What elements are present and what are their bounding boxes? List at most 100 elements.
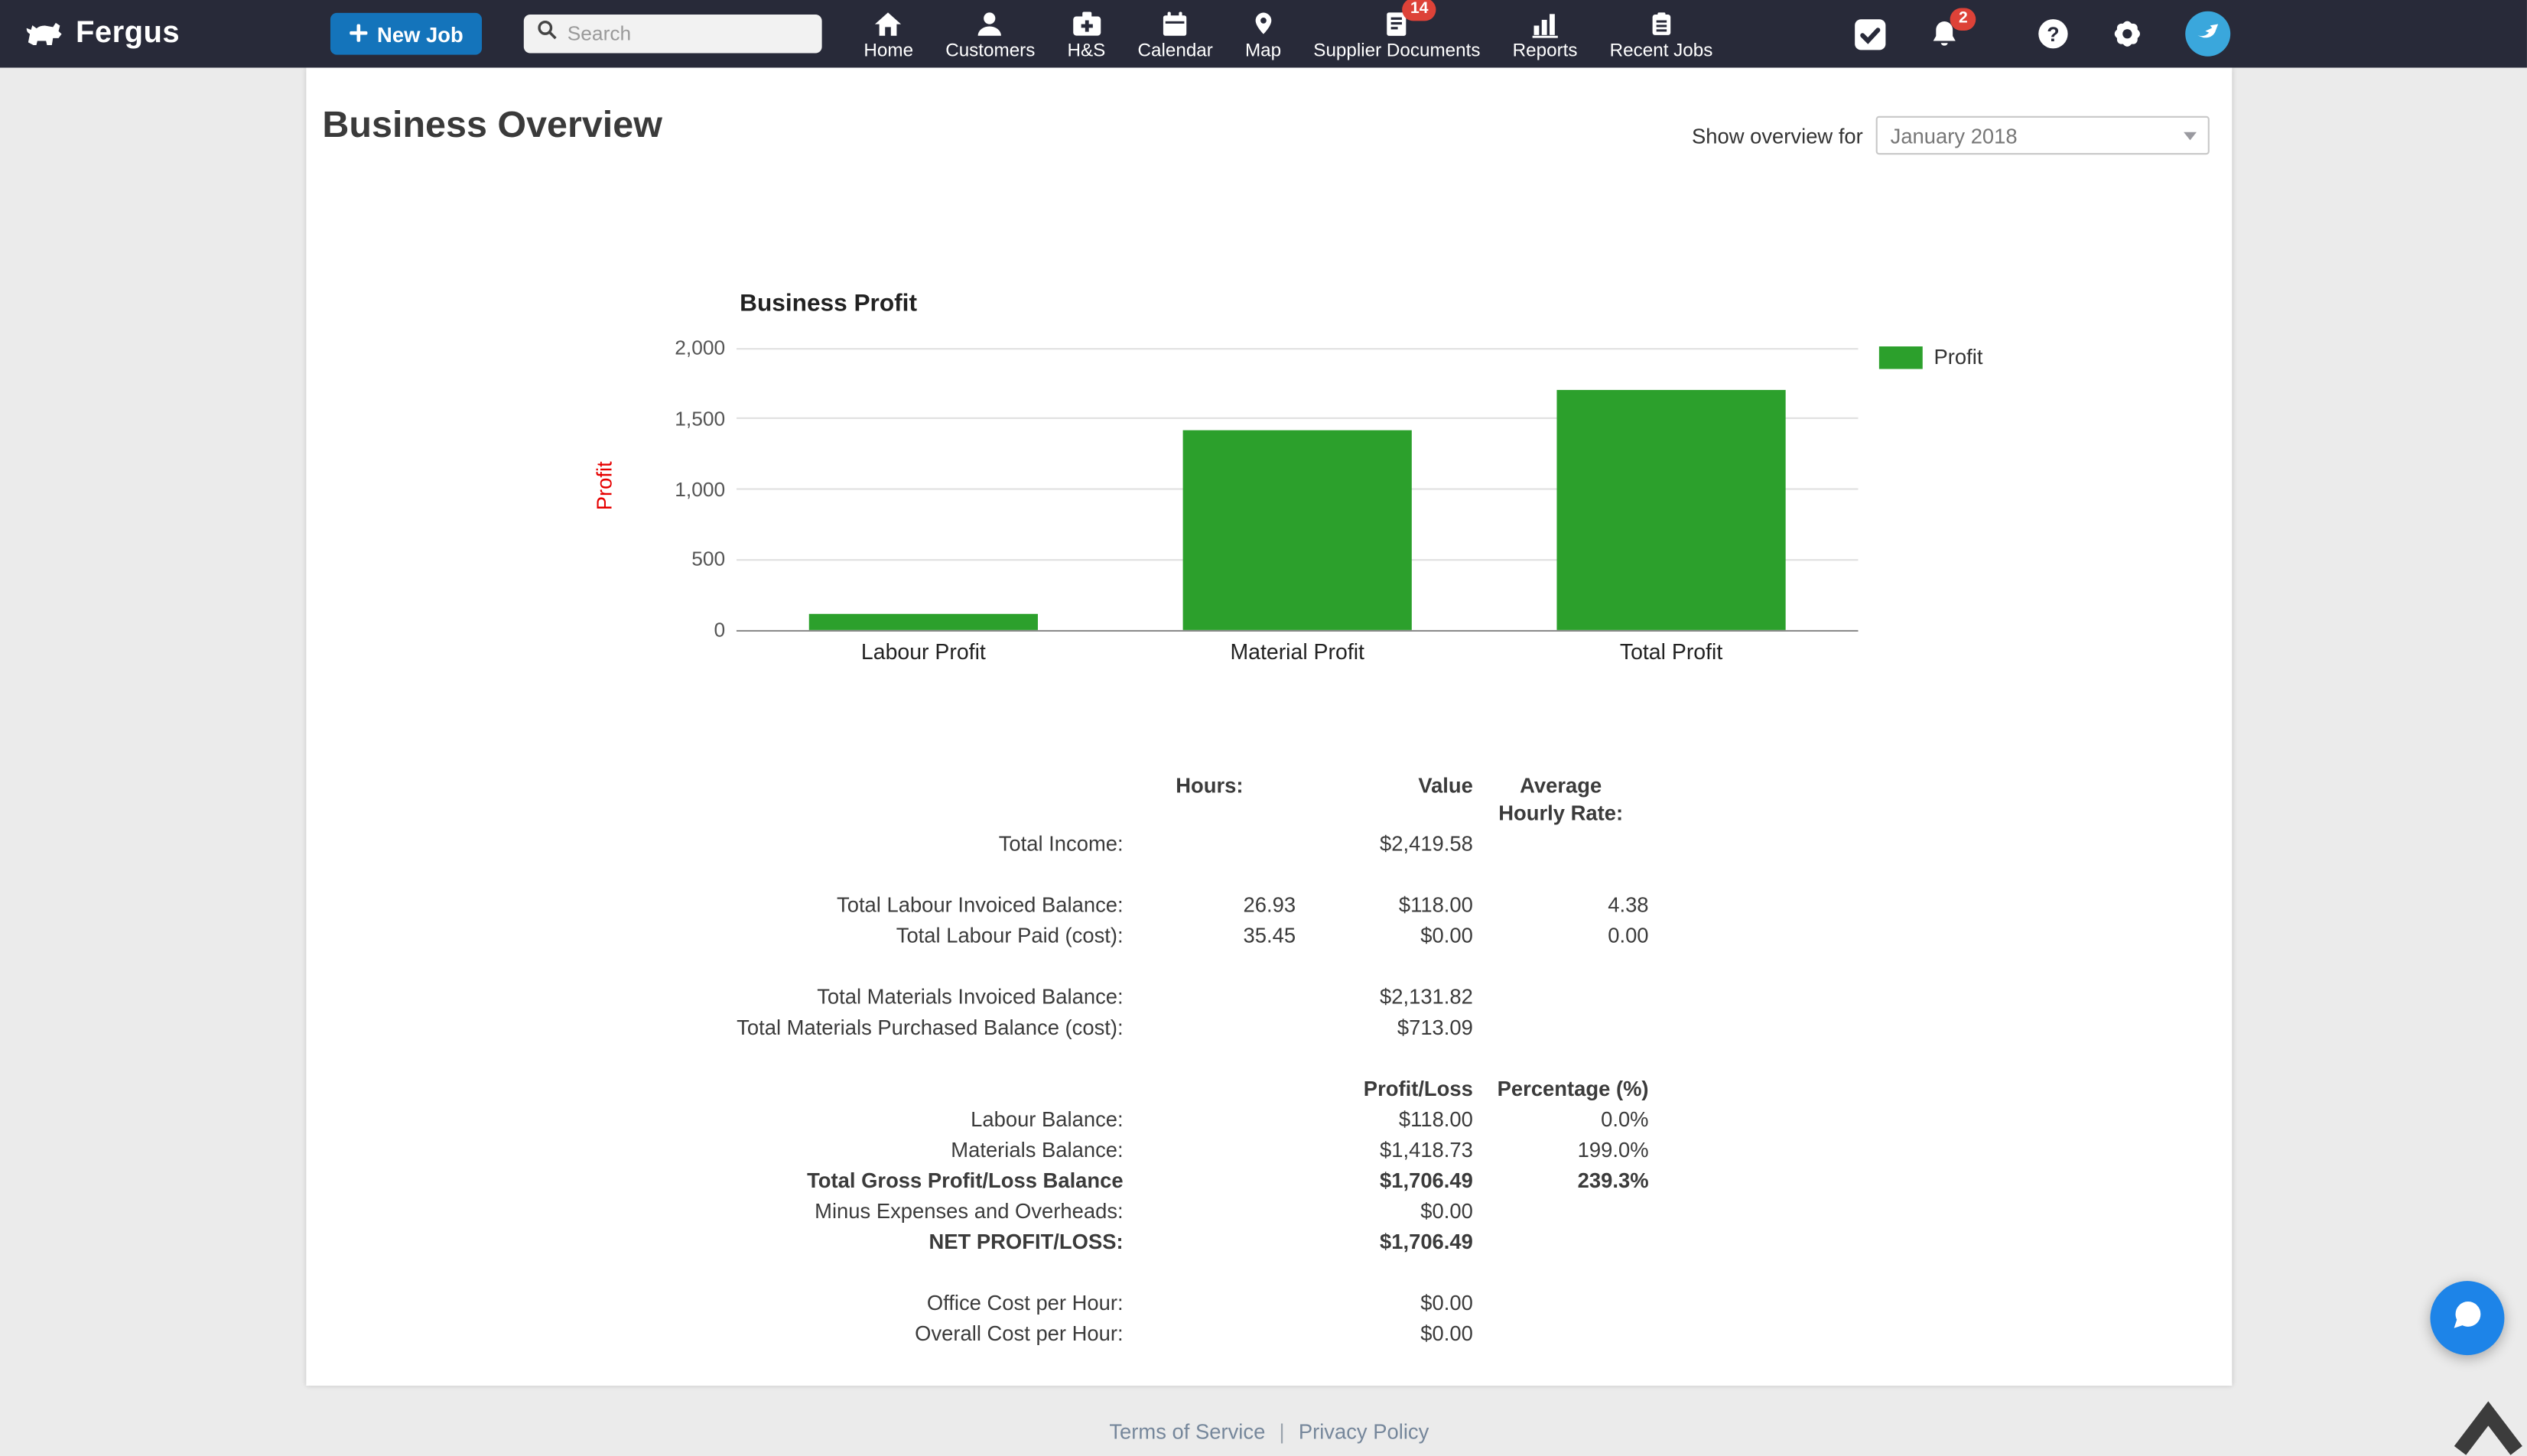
settings-gear-icon[interactable] (2111, 18, 2143, 50)
header-avg-hourly-rate: Average Hourly Rate: (1473, 770, 1649, 828)
brand-name: Fergus (76, 16, 180, 51)
y-tick-label: 2,000 (597, 335, 726, 361)
nav-item-hs[interactable]: H&S (1051, 0, 1121, 67)
chat-launcher-button[interactable] (2431, 1281, 2505, 1355)
help-icon[interactable]: ? (2037, 18, 2069, 50)
x-axis-labels: Labour ProfitMaterial ProfitTotal Profit (737, 640, 1859, 672)
spacer-row (672, 1042, 1649, 1073)
overview-period-select[interactable]: January 2018 (1876, 116, 2210, 155)
chart-title: Business Profit (740, 290, 917, 317)
row-label: Minus Expenses and Overheads: (672, 1195, 1124, 1226)
fergus-logo[interactable]: Fergus (22, 0, 180, 67)
row-value: $1,418.73 (1296, 1134, 1473, 1165)
home-icon (874, 8, 903, 39)
row-value: $0.00 (1296, 1318, 1473, 1349)
reports-icon (1530, 8, 1559, 39)
nav-label: H&S (1068, 42, 1106, 61)
nav-label: Home (863, 42, 913, 61)
nav-label: Map (1245, 42, 1281, 61)
recent-jobs-icon (1648, 8, 1674, 39)
nav-item-map[interactable]: Map (1229, 0, 1297, 67)
nav-item-customers[interactable]: Customers (929, 0, 1051, 67)
row-label: NET PROFIT/LOSS: (672, 1227, 1124, 1257)
plus-icon (350, 21, 367, 46)
footer-separator: | (1280, 1419, 1285, 1444)
spacer-row (672, 859, 1649, 889)
row-value: $1,706.49 (1296, 1227, 1473, 1257)
overview-filter-label: Show overview for (1692, 123, 1863, 148)
x-axis-line (737, 629, 1859, 631)
row-pct: 239.3% (1473, 1165, 1649, 1195)
x-tick-label: Material Profit (1230, 640, 1364, 665)
search-icon (537, 19, 558, 48)
summary-header-row: Hours: Value Average Hourly Rate: (672, 770, 1649, 828)
notifications-badge: 2 (1951, 7, 1976, 29)
supplier-documents-icon: 14 (1383, 8, 1410, 39)
row-hours: 35.45 (1124, 920, 1296, 951)
row-value: $1,706.49 (1296, 1165, 1473, 1195)
plot-area (737, 348, 1859, 630)
business-overview-card: Business Overview Show overview for Janu… (306, 67, 2232, 1386)
header-hours: Hours: (1124, 770, 1296, 828)
row-materials-balance: Materials Balance: $1,418.73 199.0% (672, 1134, 1649, 1165)
nav-item-home[interactable]: Home (847, 0, 929, 67)
row-label: Total Gross Profit/Loss Balance (672, 1165, 1124, 1195)
topbar-right-icons: 2 ? (1853, 0, 2230, 67)
user-avatar[interactable] (2185, 11, 2230, 57)
nav-label: Recent Jobs (1610, 42, 1713, 61)
y-tick-label: 1,000 (597, 476, 726, 502)
nav-item-calendar[interactable]: Calendar (1121, 0, 1228, 67)
header-value: Value (1296, 770, 1473, 828)
financial-summary-table: Hours: Value Average Hourly Rate: Total … (672, 770, 1649, 1348)
row-label: Total Labour Paid (cost): (672, 920, 1124, 951)
chat-bubble-icon (2450, 1296, 2485, 1340)
app-window: Fergus New Job Home (0, 0, 2527, 1456)
row-total-income: Total Income: $2,419.58 (672, 828, 1649, 859)
new-job-label: New Job (377, 21, 463, 46)
y-tick-label: 1,500 (597, 405, 726, 431)
overview-period-value: January 2018 (1891, 123, 2018, 148)
nav-label: Customers (945, 42, 1035, 61)
supplier-documents-badge: 14 (1403, 0, 1437, 21)
row-label: Total Income: (672, 828, 1124, 859)
row-label: Office Cost per Hour: (672, 1288, 1124, 1318)
svg-text:?: ? (2047, 23, 2059, 46)
row-labour-invoiced: Total Labour Invoiced Balance: 26.93 $11… (672, 889, 1649, 920)
row-value: $2,419.58 (1296, 828, 1473, 859)
tasks-check-icon[interactable] (1853, 17, 1887, 50)
fergus-dog-icon (22, 15, 64, 54)
spacer-row (672, 951, 1649, 981)
privacy-policy-link[interactable]: Privacy Policy (1299, 1419, 1429, 1444)
nav-label: Calendar (1138, 42, 1213, 61)
bar-total-profit (1556, 389, 1785, 630)
row-hours: 26.93 (1124, 889, 1296, 920)
nav-item-recent-jobs[interactable]: Recent Jobs (1594, 0, 1729, 67)
nav-item-reports[interactable]: Reports (1497, 0, 1594, 67)
header-profit-loss: Profit/Loss (1296, 1073, 1473, 1103)
row-labour-paid: Total Labour Paid (cost): 35.45 $0.00 0.… (672, 920, 1649, 951)
chart-legend[interactable]: Profit (1879, 345, 1983, 369)
row-labour-balance: Labour Balance: $118.00 0.0% (672, 1103, 1649, 1134)
x-tick-label: Total Profit (1620, 640, 1722, 665)
new-job-button[interactable]: New Job (330, 13, 483, 55)
user-avatar-bird-icon (2194, 15, 2223, 52)
bar-material-profit (1183, 430, 1412, 630)
corner-chevron-up-icon[interactable] (2451, 1397, 2525, 1456)
row-value: $2,131.82 (1296, 981, 1473, 1012)
row-value: $713.09 (1296, 1012, 1473, 1042)
row-overall-cost: Overall Cost per Hour: $0.00 (672, 1318, 1649, 1349)
notifications-bell-icon[interactable]: 2 (1929, 18, 1959, 49)
search-input[interactable] (568, 22, 809, 44)
top-navigation-bar: Fergus New Job Home (0, 0, 2527, 67)
nav-label: Reports (1513, 42, 1578, 61)
row-gross-balance: Total Gross Profit/Loss Balance $1,706.4… (672, 1165, 1649, 1195)
header-percentage: Percentage (%) (1473, 1073, 1649, 1103)
nav-label: Supplier Documents (1313, 42, 1480, 61)
nav-item-supplier-documents[interactable]: 14 Supplier Documents (1297, 0, 1496, 67)
legend-swatch (1879, 346, 1923, 368)
bar-labour-profit (809, 613, 1038, 630)
customers-icon (976, 8, 1005, 39)
terms-of-service-link[interactable]: Terms of Service (1109, 1419, 1265, 1444)
row-office-cost: Office Cost per Hour: $0.00 (672, 1288, 1649, 1318)
row-net-profit: NET PROFIT/LOSS: $1,706.49 (672, 1227, 1649, 1257)
